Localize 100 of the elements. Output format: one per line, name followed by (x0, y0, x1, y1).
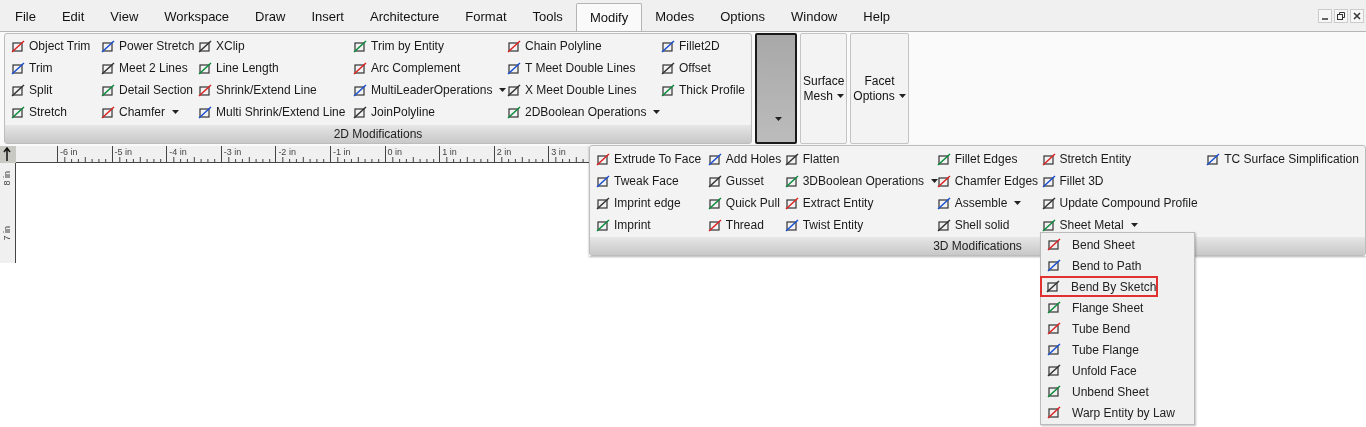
close-icon[interactable] (1350, 9, 1364, 23)
tool-button[interactable]: Offset (660, 57, 712, 79)
tool-icon (784, 195, 800, 211)
menu-tab[interactable]: Workspace (151, 3, 243, 31)
menu-item[interactable]: Bend Sheet (1041, 234, 1194, 255)
tool-button[interactable]: Add Holes (706, 148, 783, 170)
tool-button[interactable]: Fillet2D (660, 35, 721, 57)
tool-button[interactable]: Sheet Metal (1040, 214, 1139, 236)
ribbon-button[interactable]: Surface Mesh (800, 33, 848, 144)
tool-button[interactable]: Object Trim (10, 35, 92, 57)
ruler-label: -2 in (278, 146, 296, 159)
tool-button[interactable]: Line Length (197, 57, 280, 79)
tool-button[interactable]: Multi Shrink/Extend Line (197, 101, 347, 123)
tool-button[interactable]: Extract Entity (783, 192, 875, 214)
tool-button[interactable]: JoinPolyline (352, 101, 437, 123)
menu-item[interactable]: Bend to Path (1041, 255, 1194, 276)
tool-icon (1047, 237, 1062, 252)
menu-tab[interactable]: Help (850, 3, 903, 31)
ruler-label: -5 in (114, 146, 133, 159)
menu-item[interactable]: Tube Flange (1041, 339, 1194, 360)
tool-button[interactable]: Imprint (595, 214, 652, 236)
tool-button[interactable]: TC Surface Simplification (1205, 148, 1360, 170)
tool-button[interactable]: Quick Pull (706, 192, 781, 214)
menu-item[interactable]: Bend By Sketch (1040, 276, 1158, 297)
tool-button[interactable]: Split (10, 79, 54, 101)
menu-item[interactable]: Unbend Sheet (1041, 381, 1194, 402)
tool-button[interactable]: Stretch Entity (1040, 148, 1132, 170)
tool-button[interactable]: Chamfer (100, 101, 180, 123)
tool-icon (1047, 384, 1062, 399)
tool-button[interactable]: Shrink/Extend Line (197, 79, 318, 101)
menu-tab[interactable]: Architecture (356, 3, 453, 31)
menu-tab[interactable]: Tools (519, 3, 576, 31)
ruler-label: 3 in (551, 146, 566, 159)
tool-icon (198, 60, 213, 76)
tool-button[interactable]: Fillet Edges (935, 148, 1019, 170)
tool-button[interactable]: Tweak Face (595, 170, 680, 192)
menu-item[interactable]: Warp Entity by Law (1041, 402, 1194, 423)
tool-button[interactable]: MultiLeaderOperations (352, 79, 508, 101)
menu-tab[interactable]: Options (707, 3, 778, 31)
menu-tab[interactable]: Window (778, 3, 851, 31)
tool-icon (353, 104, 368, 120)
tool-button[interactable]: Trim (10, 57, 54, 79)
tool-icon (11, 38, 26, 54)
tool-button[interactable]: Twist Entity (783, 214, 865, 236)
minimize-icon[interactable] (1318, 9, 1332, 23)
tool-button[interactable]: Gusset (706, 170, 765, 192)
tool-icon (661, 38, 676, 54)
ruler-label: 2 in (496, 146, 512, 159)
tool-icon (784, 217, 800, 233)
ribbon-button[interactable]: Facet Options (850, 33, 909, 144)
menu-tab[interactable]: View (97, 3, 152, 31)
tool-icon (1041, 195, 1057, 211)
menu-tab[interactable]: File (2, 3, 49, 31)
restore-icon[interactable] (1334, 9, 1348, 23)
tool-button[interactable]: Chain Polyline (506, 35, 603, 57)
tool-button[interactable]: Meet 2 Lines (100, 57, 189, 79)
menu-tab[interactable]: Edit (48, 3, 98, 31)
caret-icon (1014, 201, 1022, 205)
ruler-label: -1 in (332, 146, 351, 159)
menu-item[interactable]: Tube Bend (1041, 318, 1194, 339)
tool-button[interactable]: Extrude To Face (595, 148, 703, 170)
tool-button[interactable]: Power Stretch (100, 35, 196, 57)
tool-button[interactable]: Update Compound Profile (1040, 192, 1199, 214)
tool-button[interactable]: Imprint edge (595, 192, 682, 214)
tool-icon (101, 38, 116, 54)
tool-button[interactable]: Trim by Entity (352, 35, 445, 57)
tool-icon (353, 82, 368, 98)
tool-icon (1041, 173, 1057, 189)
tool-button[interactable]: Detail Section (100, 79, 195, 101)
menu-tab[interactable]: Modes (642, 3, 708, 31)
tool-icon (353, 60, 368, 76)
tool-button[interactable]: X Meet Double Lines (506, 79, 638, 101)
tool-button[interactable]: Fillet 3D (1040, 170, 1105, 192)
menu-item[interactable]: Unfold Face (1041, 360, 1194, 381)
ribbon-button[interactable] (755, 33, 797, 144)
caret-icon (774, 116, 782, 121)
caret-icon (931, 179, 939, 183)
tool-icon (596, 151, 611, 167)
tool-button[interactable]: Stretch (10, 101, 68, 123)
menu-tab[interactable]: Format (452, 3, 520, 31)
menu-item[interactable]: Flange Sheet (1041, 297, 1194, 318)
tool-button[interactable]: Flatten (783, 148, 841, 170)
tool-button[interactable]: 2DBoolean Operations (506, 101, 662, 123)
menu-tab[interactable]: Insert (298, 3, 357, 31)
tool-icon (784, 173, 800, 189)
tool-icon (1047, 300, 1062, 315)
tool-button[interactable]: Thread (706, 214, 765, 236)
tool-button[interactable]: Shell solid (935, 214, 1011, 236)
menu-tab[interactable]: Draw (242, 3, 299, 31)
tool-button[interactable]: Assemble (935, 192, 1023, 214)
tool-button[interactable]: Arc Complement (352, 57, 462, 79)
tool-button[interactable]: XClip (197, 35, 246, 57)
caret-icon (653, 110, 661, 114)
tool-icon (936, 217, 952, 233)
tool-icon (936, 173, 952, 189)
tool-icon (707, 173, 723, 189)
tool-icon (101, 104, 116, 120)
tool-button[interactable]: Thick Profile (660, 79, 747, 101)
tool-button[interactable]: T Meet Double Lines (506, 57, 637, 79)
menu-tab[interactable]: Modify (575, 3, 643, 31)
